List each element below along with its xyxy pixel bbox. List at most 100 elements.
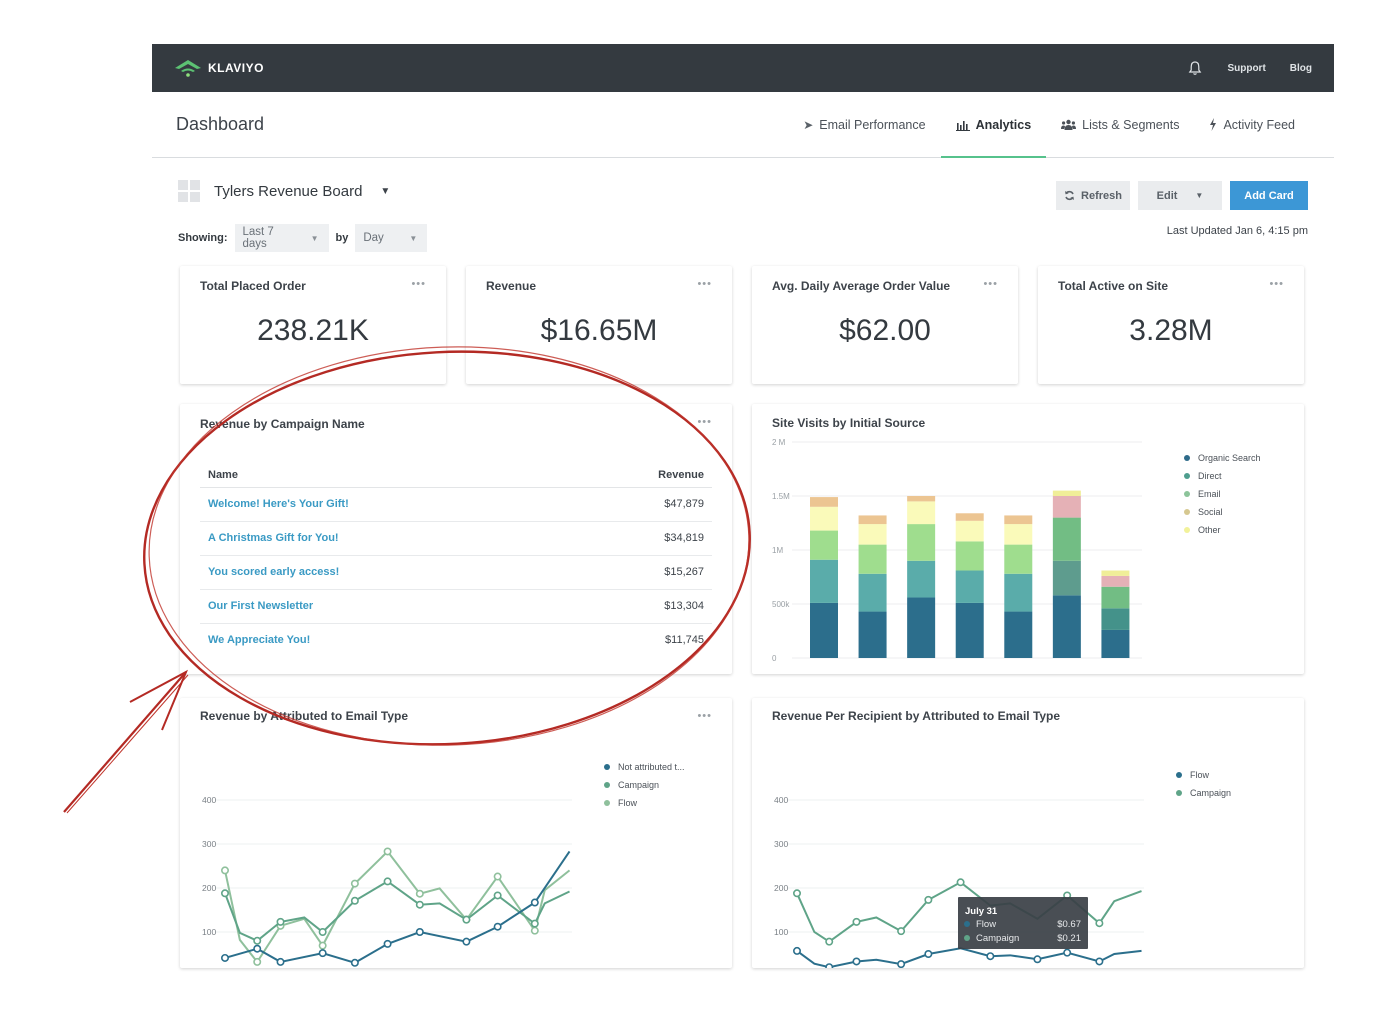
tab-lists-segments[interactable]: Lists & Segments [1046,92,1194,157]
page-title: Dashboard [176,114,265,134]
table-row: We Appreciate You! $11,745 [200,624,712,658]
klaviyo-app: KLAVIYO Support Blog Dashboard ➤ Email P… [152,44,1334,984]
klaviyo-logo[interactable]: KLAVIYO [174,59,264,77]
bell-icon[interactable] [1187,60,1203,76]
board-selector[interactable]: Tylers Revenue Board ▼ [178,180,390,202]
revenue-per-recipient-card: Revenue Per Recipient by Attributed to E… [752,698,1304,968]
bar-segment [1101,608,1130,630]
more-options-icon[interactable]: ••• [411,278,426,290]
refresh-icon [1065,190,1075,201]
bar-segment [810,506,838,531]
tab-email-performance[interactable]: ➤ Email Performance [788,92,940,157]
users-icon [1061,119,1077,130]
data-point [415,928,424,937]
legend-label: Not attributed t... [618,762,685,772]
legend-item[interactable]: Campaign [1176,784,1231,802]
bar-segment [810,530,838,560]
legend-dot-icon [1184,455,1190,461]
data-point [924,895,933,904]
legend-dot-icon [1184,473,1190,479]
table-row: A Christmas Gift for You! $34,819 [200,521,712,556]
y-tick-label: 0 [772,654,777,663]
data-point [530,919,539,928]
revenue-cell: $13,304 [567,589,712,624]
more-options-icon[interactable]: ••• [697,416,712,428]
data-point [276,957,285,966]
more-options-icon[interactable]: ••• [1269,278,1284,290]
legend-item[interactable]: Flow [1176,766,1231,784]
bar-segment [810,497,838,507]
tab-label: Analytics [975,117,1032,132]
legend-item[interactable]: Direct [1184,467,1261,485]
bar-segment [858,611,887,658]
legend-label: Email [1198,489,1221,499]
more-options-icon[interactable]: ••• [697,710,712,722]
y-tick-label: 400 [202,795,216,805]
chevron-down-icon: ▼ [310,233,319,243]
bar-segment [858,544,887,574]
legend-item[interactable]: Email [1184,485,1261,503]
campaign-link[interactable]: Our First Newsletter [208,600,313,612]
revenue-cell: $11,745 [665,634,704,646]
more-options-icon[interactable]: ••• [697,278,712,290]
bar-segment [1101,586,1130,609]
data-point [493,872,502,881]
column-header-revenue[interactable]: Revenue [567,462,712,488]
edit-label: Edit [1156,189,1178,202]
legend-item[interactable]: Flow [604,794,685,812]
data-point [825,963,834,968]
y-tick-label: 400 [774,795,788,805]
edit-button[interactable]: Edit ▼ [1138,181,1222,210]
table-row: You scored early access! $15,267 [200,555,712,590]
column-header-name[interactable]: Name [200,462,568,488]
metric-value: 238.21K [257,314,369,347]
bar-segment [1052,496,1081,518]
data-point [924,950,933,959]
metric-title: Revenue [486,279,537,293]
series-line [224,849,571,964]
data-point [220,953,229,962]
campaign-link[interactable]: We Appreciate You! [208,634,310,646]
data-point [415,889,424,898]
campaign-link[interactable]: You scored early access! [208,566,339,578]
legend-label: Organic Search [1198,453,1261,463]
blog-link[interactable]: Blog [1290,63,1312,74]
data-point [956,878,965,887]
legend-label: Flow [618,798,638,808]
support-link[interactable]: Support [1227,63,1265,74]
legend-item[interactable]: Campaign [604,776,685,794]
data-point [825,937,834,946]
legend-item[interactable]: Organic Search [1184,449,1261,467]
data-point [383,939,392,948]
metric-value: $62.00 [839,314,931,347]
data-point [462,915,471,924]
legend-item[interactable]: Social [1184,503,1261,521]
brand-name: KLAVIYO [208,61,264,75]
card-title: Revenue by Campaign Name [200,417,365,431]
legend-item[interactable]: Not attributed t... [604,758,685,776]
top-bar: KLAVIYO Support Blog [152,44,1334,92]
last-updated-text: Last Updated Jan 6, 4:15 pm [1166,225,1308,237]
legend-item[interactable]: Other [1184,521,1261,539]
bolt-icon [1210,118,1217,131]
campaign-link[interactable]: A Christmas Gift for You! [208,532,339,544]
data-point [530,926,539,935]
bar-segment [907,496,936,502]
bar-segment [858,573,887,612]
more-options-icon[interactable]: ••• [983,278,998,290]
tooltip-series-name: Flow [976,919,996,930]
interval-select[interactable]: Day ▼ [355,224,428,252]
data-point [493,891,502,900]
tab-analytics[interactable]: Analytics [940,92,1047,158]
bar-segment [907,501,936,525]
data-point [276,917,285,926]
refresh-button[interactable]: Refresh [1056,181,1130,210]
add-card-button[interactable]: Add Card [1230,181,1308,210]
data-point [1095,919,1104,928]
bar-segment [1101,629,1130,658]
campaign-link[interactable]: Welcome! Here's Your Gift! [208,498,349,510]
bar-segment [1004,573,1033,612]
refresh-label: Refresh [1081,189,1122,202]
range-select[interactable]: Last 7 days ▼ [234,224,329,252]
tab-activity-feed[interactable]: Activity Feed [1194,92,1310,157]
